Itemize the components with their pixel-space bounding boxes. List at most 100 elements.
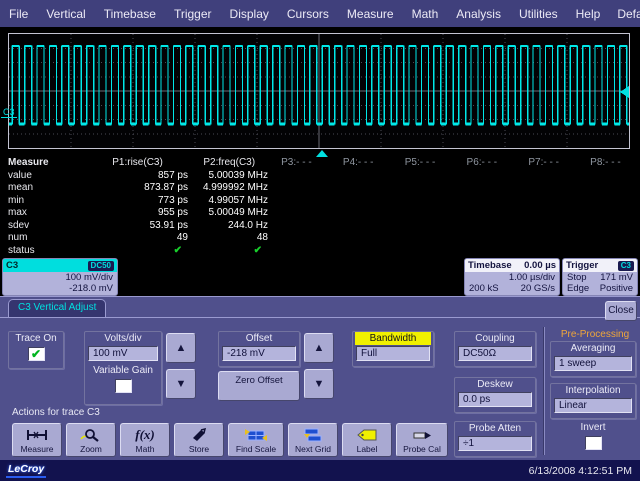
measure-col-p2[interactable]: P2:freq(C3) xyxy=(191,157,269,170)
menu-trigger[interactable]: Trigger xyxy=(165,7,221,21)
measure-col-p3[interactable]: P3:- - - xyxy=(269,157,331,170)
plot-area: C3 xyxy=(0,32,640,157)
menu-utilities[interactable]: Utilities xyxy=(510,7,567,21)
default-setup-button[interactable]: Default xyxy=(609,7,640,21)
volts-div-up-button[interactable]: ▲ xyxy=(166,333,196,363)
menu-vertical[interactable]: Vertical xyxy=(37,7,94,21)
table-row: status ✔ ✔ xyxy=(0,245,640,258)
menu-analysis[interactable]: Analysis xyxy=(447,7,510,21)
volts-div-field[interactable]: 100 mV xyxy=(88,346,158,361)
cell-mean-p2: 4.999992 MHz xyxy=(192,182,270,195)
offset-down-button[interactable]: ▼ xyxy=(304,369,334,399)
invert-group: Invert xyxy=(550,421,636,459)
channel-trace-tag[interactable]: C3 xyxy=(1,107,17,118)
cell-sdev-p2: 244.0 Hz xyxy=(192,220,270,233)
timebase-descriptor[interactable]: Timebase 0.00 µs 1.00 µs/div 200 kS 20 G… xyxy=(464,258,560,296)
offset-group: Offset -218 mV xyxy=(218,331,300,367)
interpolation-label: Interpolation xyxy=(551,384,635,397)
probe-atten-label: Probe Atten xyxy=(455,422,535,435)
cell-max-p1: 955 ps xyxy=(88,207,192,220)
deskew-group: Deskew 0.0 ps xyxy=(454,377,536,413)
action-zoom-button[interactable]: Zoom xyxy=(66,423,116,457)
probe-atten-field[interactable]: ÷1 xyxy=(458,436,532,451)
datetime-display: 6/13/2008 4:12:51 PM xyxy=(529,465,632,477)
cell-num-p2: 48 xyxy=(192,232,270,245)
volts-div-label: Volts/div xyxy=(85,332,161,345)
interpolation-field[interactable]: Linear xyxy=(554,398,632,413)
row-label: value xyxy=(0,170,88,183)
action-next-grid-button[interactable]: Next Grid xyxy=(288,423,338,457)
preprocessing-title: Pre-Processing xyxy=(552,329,638,340)
find-scale-icon xyxy=(229,426,283,444)
offset-field[interactable]: -218 mV xyxy=(222,346,296,361)
trace-on-checkbox[interactable]: ✔ xyxy=(28,347,45,361)
variable-gain-label: Variable Gain xyxy=(85,364,161,377)
math-fx-icon: f(x) xyxy=(121,426,169,444)
measure-col-p5[interactable]: P5:- - - xyxy=(393,157,455,170)
variable-gain-checkbox[interactable] xyxy=(115,379,132,393)
coupling-badge: DC50 xyxy=(88,261,114,271)
trigger-level-marker[interactable] xyxy=(620,86,629,98)
action-store-button[interactable]: Store xyxy=(174,423,224,457)
action-label-button[interactable]: Label xyxy=(342,423,392,457)
trigger-descriptor[interactable]: Trigger C3 Stop 171 mV Edge Positive xyxy=(562,258,638,296)
menu-help[interactable]: Help xyxy=(567,7,610,21)
channel-scale: 100 mV/div xyxy=(3,272,117,283)
zero-offset-button[interactable]: Zero Offset xyxy=(218,371,300,401)
measure-col-p1[interactable]: P1:rise(C3) xyxy=(88,157,192,170)
channel-c3-descriptor[interactable]: C3 DC50 100 mV/div -218.0 mV xyxy=(2,258,118,296)
deskew-label: Deskew xyxy=(455,378,535,391)
measure-title: Measure xyxy=(0,157,88,170)
menu-cursors[interactable]: Cursors xyxy=(278,7,338,21)
measure-col-p6[interactable]: P6:- - - xyxy=(455,157,517,170)
bandwidth-field[interactable]: Full xyxy=(356,346,430,361)
menu-file[interactable]: File xyxy=(0,7,37,21)
waveform-svg xyxy=(9,34,629,148)
down-arrow-icon: ▼ xyxy=(176,378,187,390)
menu-measure[interactable]: Measure xyxy=(338,7,403,21)
offset-up-button[interactable]: ▲ xyxy=(304,333,334,363)
probe-atten-group: Probe Atten ÷1 xyxy=(454,421,536,457)
row-label: num xyxy=(0,232,88,245)
measure-col-p7[interactable]: P7:- - - xyxy=(516,157,578,170)
waveform-grid xyxy=(8,33,630,149)
averaging-field[interactable]: 1 sweep xyxy=(554,356,632,371)
offset-label: Offset xyxy=(219,332,299,345)
deskew-field[interactable]: 0.0 ps xyxy=(458,392,532,407)
coupling-label: Coupling xyxy=(455,332,535,345)
trigger-position-marker[interactable] xyxy=(316,150,328,157)
action-find-scale-button[interactable]: Find Scale xyxy=(228,423,284,457)
measure-icon xyxy=(13,426,61,444)
timebase-samples: 200 kS xyxy=(469,283,499,294)
timebase-delay: 0.00 µs xyxy=(524,260,556,271)
averaging-label: Averaging xyxy=(551,342,635,355)
action-math-button[interactable]: f(x) Math xyxy=(120,423,170,457)
down-arrow-icon: ▼ xyxy=(314,378,325,390)
menu-timebase[interactable]: Timebase xyxy=(95,7,165,21)
row-label: max xyxy=(0,207,88,220)
cell-sdev-p1: 53.91 ps xyxy=(88,220,192,233)
volts-div-group: Volts/div 100 mV Variable Gain xyxy=(84,331,162,405)
table-row: min 773 ps 4.99057 MHz xyxy=(0,195,640,208)
measure-col-p4[interactable]: P4:- - - xyxy=(331,157,393,170)
cell-mean-p1: 873.87 ps xyxy=(88,182,192,195)
action-measure-button[interactable]: Measure xyxy=(12,423,62,457)
zoom-icon xyxy=(67,426,115,444)
tab-c3-vertical-adjust[interactable]: C3 Vertical Adjust xyxy=(8,299,106,317)
coupling-group: Coupling DC50Ω xyxy=(454,331,536,367)
cell-min-p2: 4.99057 MHz xyxy=(192,195,270,208)
invert-checkbox[interactable] xyxy=(585,436,602,450)
actions-for-trace-label: Actions for trace C3 xyxy=(12,407,100,418)
averaging-group: Averaging 1 sweep xyxy=(550,341,636,377)
coupling-field[interactable]: DC50Ω xyxy=(458,346,532,361)
action-probe-cal-button[interactable]: Probe Cal xyxy=(396,423,448,457)
lecroy-logo: LeCroy xyxy=(6,463,46,478)
menu-math[interactable]: Math xyxy=(403,7,448,21)
measure-table: Measure P1:rise(C3) P2:freq(C3) P3:- - -… xyxy=(0,157,640,257)
close-button[interactable]: Close xyxy=(605,301,637,321)
volts-div-down-button[interactable]: ▼ xyxy=(166,369,196,399)
dialog-top-divider xyxy=(0,317,640,318)
measure-col-p8[interactable]: P8:- - - xyxy=(578,157,640,170)
timebase-scale: 1.00 µs/div xyxy=(465,272,559,283)
menu-display[interactable]: Display xyxy=(221,7,278,21)
